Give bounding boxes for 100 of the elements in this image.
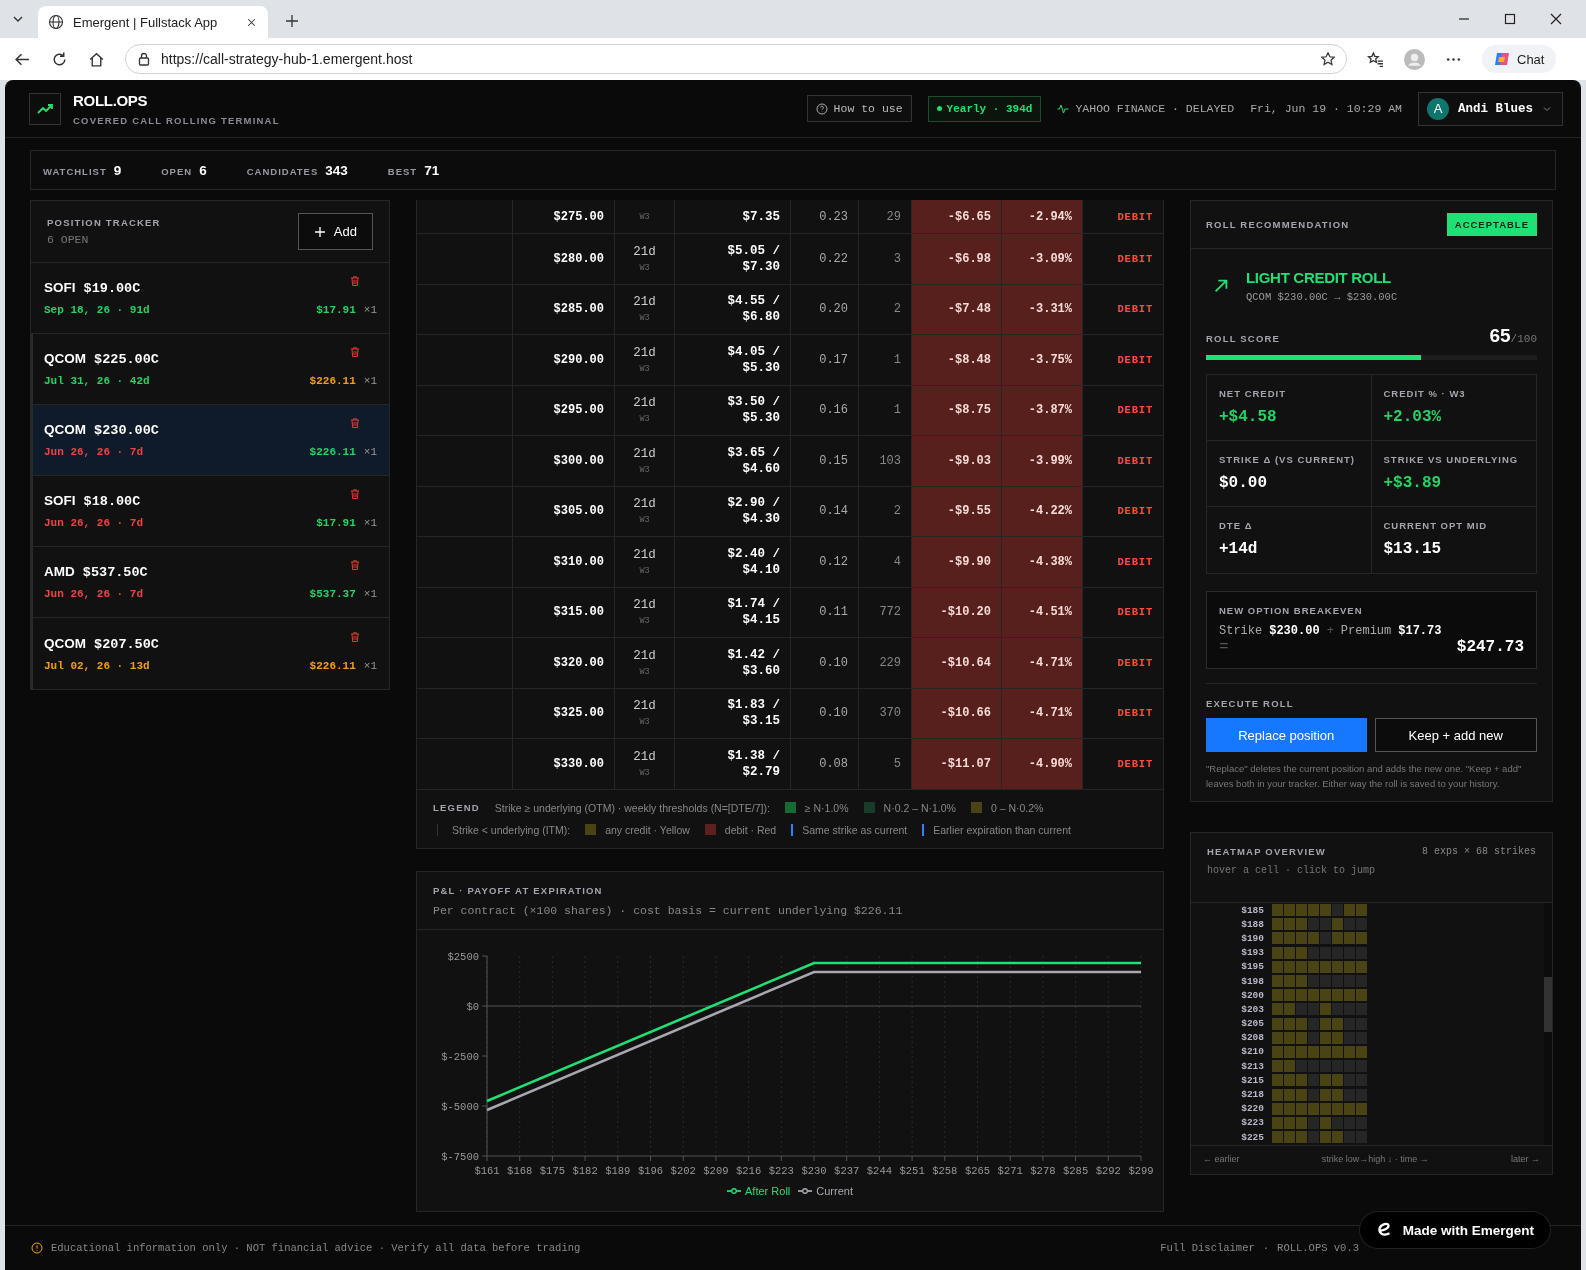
heatmap-cell[interactable] bbox=[1272, 918, 1283, 931]
heatmap-cell[interactable] bbox=[1308, 1003, 1319, 1016]
heatmap-cell[interactable] bbox=[1284, 960, 1295, 973]
heatmap-cell[interactable] bbox=[1272, 1131, 1283, 1144]
heatmap-cell[interactable] bbox=[1308, 932, 1319, 945]
heatmap-cell[interactable] bbox=[1332, 1074, 1343, 1087]
made-with-badge[interactable]: Made with Emergent bbox=[1359, 1212, 1550, 1248]
heatmap-cell[interactable] bbox=[1356, 918, 1367, 931]
heatmap-cell[interactable] bbox=[1332, 1045, 1343, 1058]
position-item[interactable]: QCOM $207.50C Jul 02, 26 · 13d $226.11 ×1 bbox=[31, 618, 389, 689]
star-icon[interactable] bbox=[1320, 51, 1336, 67]
heatmap-cell[interactable] bbox=[1308, 1102, 1319, 1115]
trash-icon[interactable] bbox=[349, 559, 361, 571]
heatmap-cell[interactable] bbox=[1356, 975, 1367, 988]
heatmap-cell[interactable] bbox=[1344, 904, 1355, 917]
heatmap-cell[interactable] bbox=[1308, 918, 1319, 931]
heatmap-cell[interactable] bbox=[1332, 975, 1343, 988]
heatmap-cell[interactable] bbox=[1344, 1045, 1355, 1058]
heatmap-cell[interactable] bbox=[1320, 989, 1331, 1002]
heatmap-cell[interactable] bbox=[1308, 989, 1319, 1002]
heatmap-cell[interactable] bbox=[1272, 960, 1283, 973]
heatmap-cell[interactable] bbox=[1320, 960, 1331, 973]
trash-icon[interactable] bbox=[349, 488, 361, 500]
close-icon[interactable] bbox=[1548, 11, 1564, 27]
home-icon[interactable] bbox=[88, 50, 105, 68]
heatmap-cell[interactable] bbox=[1344, 1060, 1355, 1073]
heatmap-cell[interactable] bbox=[1356, 1102, 1367, 1115]
replace-button[interactable]: Replace position bbox=[1206, 718, 1367, 752]
heatmap-cell[interactable] bbox=[1308, 904, 1319, 917]
heatmap-cell[interactable] bbox=[1272, 1074, 1283, 1087]
heatmap-cell[interactable] bbox=[1284, 1102, 1295, 1115]
mode-badge[interactable]: Yearly · 394d bbox=[927, 95, 1042, 122]
heatmap-cell[interactable] bbox=[1344, 1088, 1355, 1101]
heatmap-cell[interactable] bbox=[1272, 1017, 1283, 1030]
reload-icon[interactable] bbox=[51, 50, 68, 68]
heatmap-cell[interactable] bbox=[1308, 1116, 1319, 1129]
heatmap-cell[interactable] bbox=[1344, 1031, 1355, 1044]
heatmap-cell[interactable] bbox=[1284, 975, 1295, 988]
heatmap-cell[interactable] bbox=[1296, 1074, 1307, 1087]
profile-icon[interactable] bbox=[1404, 48, 1425, 70]
heatmap-cell[interactable] bbox=[1344, 918, 1355, 931]
heatmap-cell[interactable] bbox=[1344, 932, 1355, 945]
heatmap-cell[interactable] bbox=[1272, 946, 1283, 959]
heatmap-cell[interactable] bbox=[1308, 1060, 1319, 1073]
heatmap-cell[interactable] bbox=[1284, 904, 1295, 917]
trash-icon[interactable] bbox=[349, 346, 361, 358]
heatmap-cell[interactable] bbox=[1272, 989, 1283, 1002]
heatmap-cell[interactable] bbox=[1356, 932, 1367, 945]
heatmap-cell[interactable] bbox=[1284, 918, 1295, 931]
heatmap-cell[interactable] bbox=[1320, 1131, 1331, 1144]
heatmap-cell[interactable] bbox=[1284, 989, 1295, 1002]
heatmap-cell[interactable] bbox=[1284, 1045, 1295, 1058]
heatmap-cell[interactable] bbox=[1308, 1131, 1319, 1144]
heatmap-cell[interactable] bbox=[1344, 975, 1355, 988]
scrollbar[interactable] bbox=[1544, 903, 1552, 1145]
heatmap-cell[interactable] bbox=[1308, 1088, 1319, 1101]
trash-icon[interactable] bbox=[349, 417, 361, 429]
heatmap-cell[interactable] bbox=[1284, 1116, 1295, 1129]
heatmap-cell[interactable] bbox=[1356, 904, 1367, 917]
heatmap-cell[interactable] bbox=[1356, 960, 1367, 973]
add-button[interactable]: Add bbox=[297, 213, 373, 250]
heatmap-cell[interactable] bbox=[1320, 1003, 1331, 1016]
heatmap-cell[interactable] bbox=[1284, 1131, 1295, 1144]
heatmap-cell[interactable] bbox=[1332, 1031, 1343, 1044]
heatmap-cell[interactable] bbox=[1296, 989, 1307, 1002]
keep-button[interactable]: Keep + add new bbox=[1374, 718, 1537, 752]
heatmap-cell[interactable] bbox=[1320, 1060, 1331, 1073]
heatmap-cell[interactable] bbox=[1356, 1116, 1367, 1129]
heatmap-cell[interactable] bbox=[1320, 1045, 1331, 1058]
heatmap-cell[interactable] bbox=[1296, 975, 1307, 988]
heatmap-cell[interactable] bbox=[1296, 1060, 1307, 1073]
heatmap-cell[interactable] bbox=[1296, 1088, 1307, 1101]
heatmap-cell[interactable] bbox=[1272, 932, 1283, 945]
heatmap-cell[interactable] bbox=[1344, 1131, 1355, 1144]
heatmap-cell[interactable] bbox=[1284, 1003, 1295, 1016]
trash-icon[interactable] bbox=[349, 275, 361, 287]
heatmap-cell[interactable] bbox=[1320, 918, 1331, 931]
heatmap-cell[interactable] bbox=[1332, 1088, 1343, 1101]
maximize-icon[interactable] bbox=[1502, 11, 1518, 27]
heatmap-cell[interactable] bbox=[1296, 1003, 1307, 1016]
heatmap-cell[interactable] bbox=[1332, 960, 1343, 973]
heatmap-cell[interactable] bbox=[1344, 1017, 1355, 1030]
disclaimer-link[interactable]: Full Disclaimer bbox=[1160, 1242, 1255, 1254]
heatmap-cell[interactable] bbox=[1284, 1088, 1295, 1101]
heatmap-cell[interactable] bbox=[1308, 1045, 1319, 1058]
heatmap-cell[interactable] bbox=[1332, 932, 1343, 945]
heatmap-cell[interactable] bbox=[1332, 1003, 1343, 1016]
heatmap-cell[interactable] bbox=[1284, 1074, 1295, 1087]
heatmap-cell[interactable] bbox=[1332, 904, 1343, 917]
lock-icon[interactable] bbox=[136, 51, 152, 67]
heatmap-cell[interactable] bbox=[1284, 1017, 1295, 1030]
heatmap-cell[interactable] bbox=[1296, 932, 1307, 945]
heatmap-cell[interactable] bbox=[1332, 1116, 1343, 1129]
heatmap-cell[interactable] bbox=[1356, 1045, 1367, 1058]
heatmap-cell[interactable] bbox=[1296, 1017, 1307, 1030]
heatmap-cell[interactable] bbox=[1308, 1017, 1319, 1030]
heatmap-cell[interactable] bbox=[1308, 1031, 1319, 1044]
heatmap-cell[interactable] bbox=[1272, 1045, 1283, 1058]
heatmap-cell[interactable] bbox=[1272, 1060, 1283, 1073]
user-menu[interactable]: A Andi Blues bbox=[1418, 91, 1563, 126]
